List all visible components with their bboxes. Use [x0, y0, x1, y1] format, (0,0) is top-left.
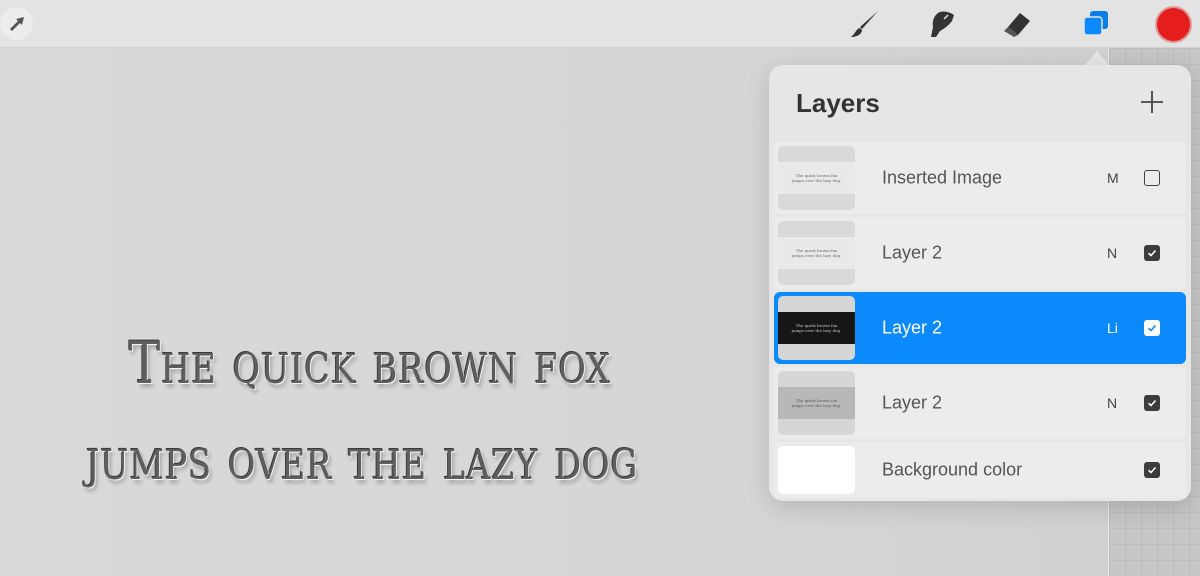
checkmark-icon	[1147, 324, 1157, 332]
add-layer-button[interactable]	[1137, 87, 1167, 117]
layer-row[interactable]: Background color	[774, 442, 1186, 498]
color-picker-button[interactable]	[1157, 8, 1190, 41]
plus-icon	[1141, 91, 1163, 113]
layer-name: Layer 2	[882, 242, 943, 263]
layer-name: Layer 2	[882, 317, 943, 338]
blend-mode-button[interactable]: N	[1107, 395, 1117, 411]
thumbnail-preview: The quick brown fox jumps over the lazy d…	[778, 312, 855, 344]
blend-mode-button[interactable]: M	[1107, 170, 1119, 186]
eraser-icon	[1004, 13, 1030, 37]
layer-row[interactable]: The quick brown fox jumps over the lazy d…	[774, 142, 1186, 214]
layer-row[interactable]: The quick brown fox jumps over the lazy d…	[774, 292, 1186, 364]
canvas-artwork-text: The quick brown fox jumps over the lazy …	[86, 315, 652, 507]
paintbrush-icon	[851, 11, 878, 37]
smudge-tool-button[interactable]	[924, 7, 958, 41]
artwork-line-1: The quick brown fox	[128, 329, 611, 397]
modify-button[interactable]	[0, 7, 33, 40]
blend-mode-button[interactable]: Li	[1107, 320, 1118, 336]
toolbar	[0, 0, 1200, 48]
checkmark-icon	[1147, 399, 1157, 407]
layer-visibility-checkbox[interactable]	[1144, 170, 1160, 186]
layer-visibility-checkbox[interactable]	[1144, 395, 1160, 411]
thumbnail-text: jumps over the lazy dog.	[791, 253, 842, 258]
thumbnail-preview: The quick brown fox jumps over the lazy d…	[778, 237, 855, 269]
popover-arrow	[1085, 51, 1109, 65]
smudge-finger-icon	[931, 11, 954, 37]
layer-row[interactable]: The quick brown fox jumps over the lazy d…	[774, 367, 1186, 439]
layers-icon	[1083, 11, 1108, 36]
checkmark-icon	[1147, 466, 1157, 474]
layer-visibility-checkbox[interactable]	[1144, 462, 1160, 478]
layer-thumbnail[interactable]: The quick brown fox jumps over the lazy d…	[778, 296, 855, 360]
layer-visibility-checkbox[interactable]	[1144, 320, 1160, 336]
layer-thumbnail[interactable]: The quick brown fox jumps over the lazy d…	[778, 146, 855, 210]
layers-panel-title: Layers	[796, 88, 880, 118]
thumbnail-text: jumps over the lazy dog.	[791, 328, 842, 333]
thumbnail-text: jumps over the lazy dog.	[791, 178, 842, 183]
blend-mode-button[interactable]: N	[1107, 245, 1117, 261]
layer-name: Background color	[882, 459, 1023, 480]
thumbnail-text: jumps over the lazy dog.	[791, 403, 842, 408]
layers-tool-button[interactable]	[1080, 7, 1114, 41]
layer-name: Layer 2	[882, 392, 943, 413]
layers-panel: Layers The quick brown fox jumps over the…	[769, 65, 1191, 501]
layer-thumbnail[interactable]: The quick brown fox jumps over the lazy d…	[778, 221, 855, 285]
layer-visibility-checkbox[interactable]	[1144, 245, 1160, 261]
thumbnail-preview: The quick brown fox jumps over the lazy d…	[778, 387, 855, 419]
artwork-line-2: jumps over the lazy dog	[86, 425, 639, 493]
arrow-cursor-icon	[9, 16, 24, 31]
thumbnail-preview: The quick brown fox jumps over the lazy d…	[778, 162, 855, 194]
layer-thumbnail[interactable]: The quick brown fox jumps over the lazy d…	[778, 371, 855, 435]
brush-tool-button[interactable]	[848, 7, 882, 41]
layer-thumbnail[interactable]	[778, 446, 855, 494]
layer-row[interactable]: The quick brown fox jumps over the lazy d…	[774, 217, 1186, 289]
layer-name: Inserted Image	[882, 167, 1003, 188]
checkmark-icon	[1147, 249, 1157, 257]
eraser-tool-button[interactable]	[1000, 7, 1034, 41]
